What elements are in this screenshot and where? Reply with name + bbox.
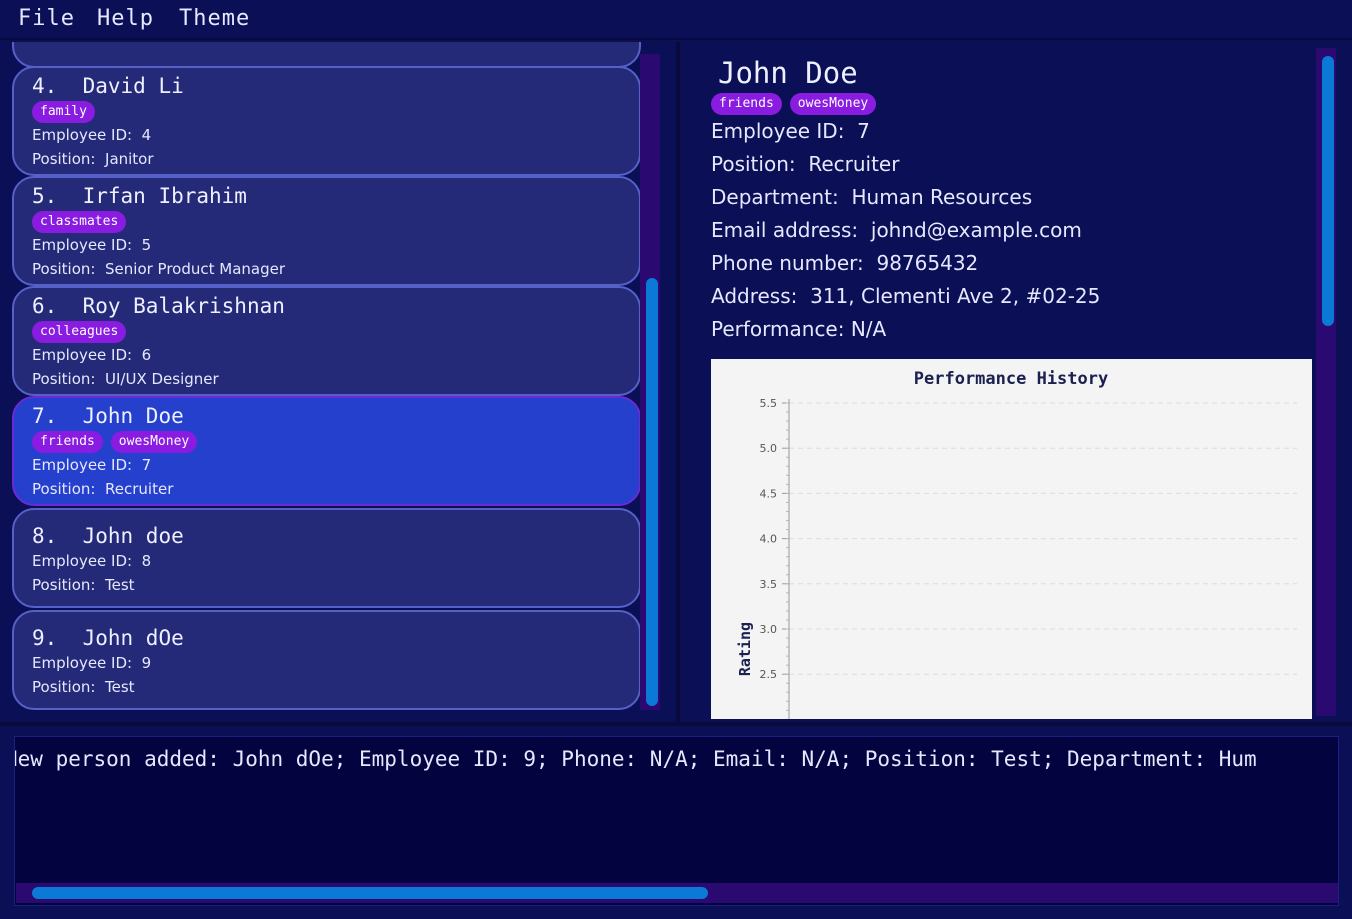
- performance-chart: Performance History Rating 5.5 5.0 4.5 4.0 3…: [711, 359, 1312, 719]
- list-scrollbar-thumb[interactable]: [646, 278, 658, 706]
- person-employee-id: Employee ID: 9: [32, 654, 152, 672]
- chart-y-tick-label: 3.5: [760, 578, 778, 591]
- person-card-9[interactable]: 9. John dOe Employee ID: 9 Position: Tes…: [12, 610, 641, 710]
- result-display[interactable]: New person added: John dOe; Employee ID:…: [14, 736, 1339, 906]
- detail-email: Email address: johnd@example.com: [711, 218, 1082, 242]
- person-card-5[interactable]: 5. Irfan Ibrahim classmates Employee ID:…: [12, 176, 641, 286]
- person-tags: family: [32, 100, 103, 123]
- person-position: Position: UI/UX Designer: [32, 370, 219, 388]
- person-name: 5. Irfan Ibrahim: [32, 184, 247, 208]
- person-card-partial[interactable]: [12, 42, 641, 68]
- person-name: 6. Roy Balakrishnan: [32, 294, 285, 318]
- tag-badge: owesMoney: [110, 431, 198, 453]
- person-employee-id: Employee ID: 8: [32, 552, 152, 570]
- chart-y-tick-label: 4.0: [760, 533, 778, 546]
- person-position: Position: Senior Product Manager: [32, 260, 286, 278]
- detail-scrollbar-thumb[interactable]: [1322, 56, 1334, 326]
- menu-file[interactable]: File: [18, 6, 75, 31]
- chart-title: Performance History: [914, 369, 1108, 389]
- result-message: New person added: John dOe; Employee ID:…: [14, 747, 1257, 771]
- detail-employee-id: Employee ID: 7: [711, 119, 870, 143]
- chart-y-axis-label: Rating: [736, 622, 754, 676]
- chart-y-tick-label: 5.0: [760, 442, 778, 455]
- person-position: Position: Test: [32, 576, 135, 594]
- tag-badge: friends: [32, 431, 103, 453]
- detail-tags: friends owesMoney: [711, 92, 884, 115]
- person-employee-id: Employee ID: 5: [32, 236, 152, 254]
- tag-badge: family: [32, 101, 95, 123]
- person-card-7-selected[interactable]: 7. John Doe friends owesMoney Employee ID…: [12, 396, 641, 506]
- detail-performance: Performance: N/A: [711, 317, 887, 341]
- person-name: 4. David Li: [32, 74, 184, 98]
- result-scrollbar-thumb[interactable]: [32, 887, 708, 899]
- person-list-panel: 4. David Li family Employee ID: 4 Positi…: [0, 42, 676, 722]
- person-employee-id: Employee ID: 4: [32, 126, 152, 144]
- person-tags: colleagues: [32, 320, 134, 343]
- detail-department: Department: Human Resources: [711, 185, 1033, 209]
- person-employee-id: Employee ID: 7: [32, 456, 152, 474]
- result-display-panel: New person added: John dOe; Employee ID:…: [0, 726, 1352, 919]
- detail-phone: Phone number: 98765432: [711, 251, 979, 275]
- menu-theme[interactable]: Theme: [179, 6, 250, 31]
- person-card-6[interactable]: 6. Roy Balakrishnan colleagues Employee …: [12, 286, 641, 396]
- chart-y-tick-label: 2.5: [760, 668, 778, 681]
- person-employee-id: Employee ID: 6: [32, 346, 152, 364]
- person-detail-panel: John Doe friends owesMoney Employee ID: 7…: [680, 42, 1352, 722]
- person-position: Position: Janitor: [32, 150, 154, 168]
- person-card-8[interactable]: 8. John doe Employee ID: 8 Position: Tes…: [12, 508, 641, 608]
- tag-badge: friends: [711, 93, 782, 115]
- chart-y-tick-label: 4.5: [760, 487, 778, 500]
- tag-badge: owesMoney: [789, 93, 877, 115]
- person-card-4[interactable]: 4. David Li family Employee ID: 4 Positi…: [12, 66, 641, 176]
- performance-chart-svg: Performance History Rating 5.5 5.0 4.5 4.0 3…: [736, 369, 1297, 719]
- menu-help[interactable]: Help: [97, 6, 154, 31]
- tag-badge: colleagues: [32, 321, 127, 343]
- chart-y-tick-label: 3.0: [760, 623, 778, 636]
- person-tags: classmates: [32, 210, 134, 233]
- chart-y-tick-label: 5.5: [760, 397, 778, 410]
- person-name: 9. John dOe: [32, 626, 184, 650]
- person-position: Position: Test: [32, 678, 135, 696]
- detail-address: Address: 311, Clementi Ave 2, #02-25: [711, 284, 1101, 308]
- person-tags: friends owesMoney: [32, 430, 205, 453]
- detail-position: Position: Recruiter: [711, 152, 900, 176]
- person-position: Position: Recruiter: [32, 480, 174, 498]
- tag-badge: classmates: [32, 211, 127, 233]
- person-name: 7. John Doe: [32, 404, 184, 428]
- detail-name: John Doe: [718, 56, 858, 90]
- menu-bar: File Help Theme: [0, 0, 1352, 40]
- person-name: 8. John doe: [32, 524, 184, 548]
